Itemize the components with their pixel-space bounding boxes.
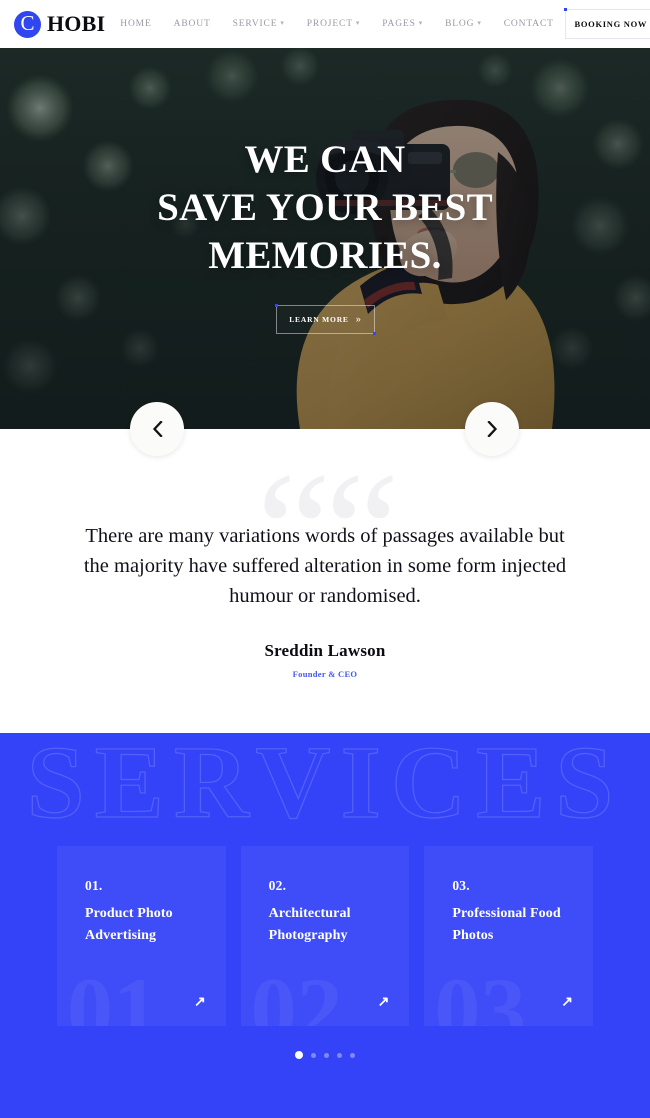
circle-c-logo-icon: C — [14, 10, 41, 38]
services-card-list: 01 01. Product Photo Advertising ↗ 02 02… — [57, 846, 594, 1026]
pagination-dot[interactable] — [337, 1052, 342, 1058]
pagination-dot[interactable] — [350, 1052, 355, 1058]
hero-slider: WE CAN SAVE YOUR BEST MEMORIES. LEARN MO… — [0, 48, 650, 429]
service-card[interactable]: 01 01. Product Photo Advertising ↗ — [57, 846, 226, 1026]
service-card-title: Professional Food Photos — [452, 906, 561, 943]
service-card-bg-number: 03 — [434, 959, 527, 1026]
nav-label: BLOG — [445, 19, 475, 29]
chevron-down-icon: ▾ — [355, 19, 361, 27]
service-card[interactable]: 03 03. Professional Food Photos ↗ — [424, 846, 594, 1026]
learn-more-wrap: LEARN MORE » — [274, 304, 376, 335]
nav-item-pages[interactable]: PAGES ▾ — [371, 13, 434, 35]
testimonial-quote: There are many variations words of passa… — [83, 525, 567, 607]
hero-content: WE CAN SAVE YOUR BEST MEMORIES. LEARN MO… — [0, 48, 650, 429]
nav-item-blog[interactable]: BLOG ▾ — [434, 13, 493, 35]
chevron-down-icon: ▾ — [280, 19, 285, 27]
nav-item-home[interactable]: HOME — [109, 13, 162, 35]
services-section: SERVICES 01 01. Product Photo Advertisin… — [0, 733, 650, 1118]
service-card[interactable]: 02 02. Architectural Photography ↗ — [240, 846, 410, 1026]
service-card-bg-number: 02 — [250, 959, 343, 1026]
nav-item-project[interactable]: PROJECT ▾ — [296, 13, 371, 35]
hero-next-button[interactable] — [465, 402, 519, 456]
pagination-dot[interactable] — [324, 1052, 329, 1058]
service-card-index: 01. — [85, 878, 103, 893]
brand-logo[interactable]: C HOBI — [0, 10, 106, 38]
main-navigation: HOME ABOUT SERVICE ▾ PROJECT ▾ PAGES ▾ B… — [105, 13, 565, 35]
logo-letter: C — [20, 10, 35, 35]
service-card-bg-number: 01 — [67, 959, 159, 1026]
nav-label: PAGES — [382, 19, 416, 29]
booking-now-button[interactable]: BOOKING NOW — [563, 8, 650, 39]
nav-label: SERVICE — [232, 19, 278, 29]
learn-more-button[interactable]: LEARN MORE » — [274, 304, 376, 335]
services-watermark-text: SERVICES — [26, 733, 624, 840]
pagination-dot[interactable] — [311, 1052, 316, 1058]
nav-item-about[interactable]: ABOUT — [163, 13, 222, 35]
nav-label: CONTACT — [503, 19, 554, 29]
testimonial-author-name: Sreddin Lawson — [264, 641, 386, 660]
site-header: C HOBI HOME ABOUT SERVICE ▾ PROJECT ▾ PA… — [0, 0, 650, 48]
pagination-dot[interactable] — [295, 1051, 303, 1059]
hero-title: WE CAN SAVE YOUR BEST MEMORIES. — [157, 136, 493, 280]
arrow-up-right-icon[interactable]: ↗ — [561, 994, 573, 1008]
learn-more-label: LEARN MORE — [289, 315, 349, 324]
chevron-left-icon — [152, 421, 163, 437]
nav-item-contact[interactable]: CONTACT — [493, 13, 565, 35]
page-root: C HOBI HOME ABOUT SERVICE ▾ PROJECT ▾ PA… — [0, 0, 650, 1118]
corner-marker-icon — [274, 304, 278, 307]
brand-name: HOBI — [47, 11, 106, 36]
service-card-title: Architectural Photography — [268, 906, 351, 943]
testimonial-author-role: Founder & CEO — [292, 669, 358, 679]
service-card-index: 03. — [452, 878, 470, 893]
corner-marker-icon — [563, 8, 567, 11]
hero-title-line-2: SAVE YOUR BEST — [157, 186, 493, 229]
testimonial-section: ““ There are many variations words of pa… — [0, 429, 650, 733]
hero-title-line-3: MEMORIES. — [208, 234, 442, 277]
service-card-title: Product Photo Advertising — [85, 906, 173, 943]
nav-label: PROJECT — [306, 19, 353, 29]
hero-prev-button[interactable] — [130, 402, 184, 456]
booking-now-label: BOOKING NOW — [574, 19, 648, 29]
nav-item-service[interactable]: SERVICE ▾ — [222, 13, 296, 35]
chevron-right-icon — [486, 421, 497, 437]
arrow-up-right-icon[interactable]: ↗ — [194, 994, 206, 1008]
corner-marker-icon — [372, 332, 376, 335]
services-pagination — [0, 1051, 650, 1059]
chevron-down-icon: ▾ — [418, 19, 424, 27]
chevron-down-icon: ▾ — [477, 19, 482, 27]
arrow-up-right-icon[interactable]: ↗ — [378, 994, 390, 1008]
double-chevron-right-icon: » — [355, 314, 361, 324]
booking-button-wrap: BOOKING NOW — [563, 8, 650, 39]
service-card-index: 02. — [268, 878, 287, 893]
hero-title-line-1: WE CAN — [244, 138, 406, 181]
nav-label: ABOUT — [173, 19, 211, 29]
nav-label: HOME — [120, 19, 152, 29]
